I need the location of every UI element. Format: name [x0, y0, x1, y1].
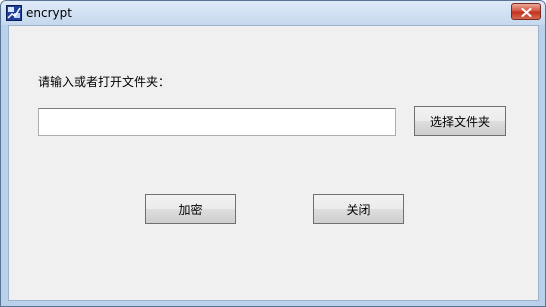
close-icon — [521, 2, 532, 21]
title-bar[interactable]: encrypt — [1, 1, 545, 25]
dialog-client-area: 请输入或者打开文件夹： 选择文件夹 加密 关闭 — [8, 25, 539, 301]
folder-prompt-label: 请输入或者打开文件夹： — [38, 75, 171, 89]
encrypt-button[interactable]: 加密 — [145, 194, 236, 224]
close-button[interactable]: 关闭 — [313, 194, 404, 224]
app-window: encrypt 请输入或者打开文件夹： 选择文件夹 加密 关闭 — [0, 0, 546, 307]
window-title: encrypt — [26, 6, 72, 20]
select-folder-button[interactable]: 选择文件夹 — [414, 106, 506, 136]
window-close-button[interactable] — [511, 3, 541, 20]
program-icon — [6, 5, 22, 21]
folder-path-input[interactable] — [38, 108, 396, 136]
